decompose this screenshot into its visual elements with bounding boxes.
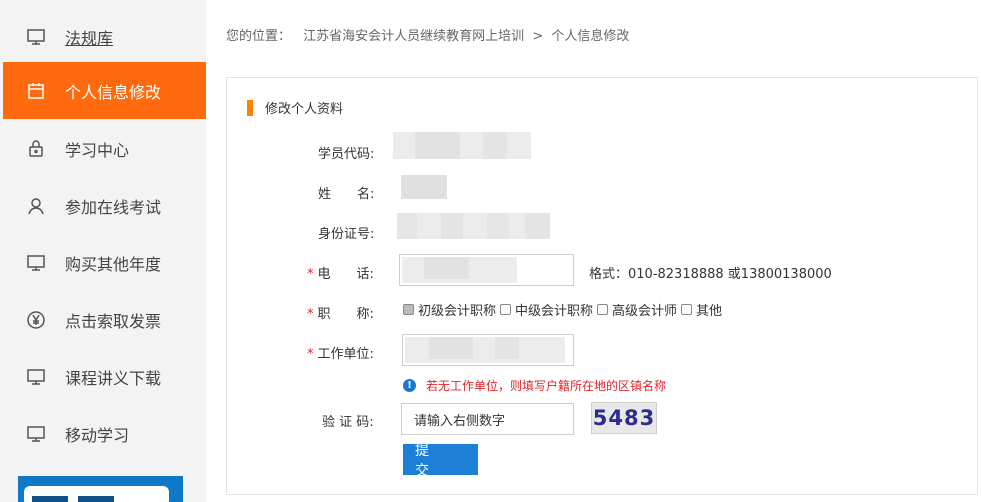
employer-hint: ! 若无工作单位，则填写户籍所在地的区镇名称 (403, 377, 666, 394)
sidebar-item-label: 法规库 (65, 28, 114, 48)
sidebar-item-learning-center[interactable]: 学习中心 (3, 120, 206, 177)
monitor-icon (25, 423, 47, 445)
student-code-value-redacted (393, 132, 531, 159)
submit-button[interactable]: 提 交 (403, 443, 478, 479)
checkbox-checked[interactable] (403, 304, 414, 315)
breadcrumb-site-link[interactable]: 江苏省海安会计人员继续教育网上培训 (303, 29, 524, 44)
monitor-icon (25, 252, 47, 274)
sidebar-nav: 法规库 个人信息修改 学习中心 参加在线考试 购买其他年度 点击索取发票 课程讲… (0, 0, 214, 502)
job-title-option-senior[interactable]: 高级会计师 (597, 300, 677, 319)
calendar-icon (25, 80, 47, 102)
checkbox[interactable] (500, 304, 512, 315)
checkbox[interactable] (681, 304, 693, 315)
monitor-icon (25, 366, 47, 388)
employer-hint-text: 若无工作单位，则填写户籍所在地的区镇名称 (426, 379, 667, 393)
required-mark: * (307, 307, 314, 322)
job-title-option-intermediate[interactable]: 中级会计职称 (500, 300, 593, 319)
checkbox[interactable] (597, 304, 609, 315)
captcha-input[interactable]: 请输入右侧数字 (401, 403, 574, 435)
form-title: 修改个人资料 (247, 98, 343, 117)
promo-banner[interactable] (18, 476, 183, 502)
phone-format-hint: 格式：010-82318888 或13800138000 (589, 267, 832, 282)
sidebar-item-label: 购买其他年度 (65, 254, 162, 274)
sidebar-item-label: 点击索取发票 (65, 311, 162, 331)
sidebar-item-buy-other-year[interactable]: 购买其他年度 (3, 234, 206, 291)
promo-banner-graphic (78, 496, 114, 502)
student-code-label: 学员代码: (318, 147, 375, 162)
sidebar-item-label: 参加在线考试 (65, 197, 162, 217)
employer-input[interactable] (402, 334, 574, 366)
employer-label: * 工作单位: (307, 347, 374, 362)
phone-label: * 电 话: (307, 267, 374, 282)
main-content: 您的位置： 江苏省海安会计人员继续教育网上培训 > 个人信息修改 修改个人资料 … (206, 0, 981, 502)
sidebar-item-invoice[interactable]: 点击索取发票 (3, 291, 206, 348)
job-title-options: 初级会计职称 中级会计职称 高级会计师 其他 (403, 300, 726, 319)
title-accent-bar (247, 99, 253, 116)
sidebar-item-label: 课程讲义下载 (65, 368, 162, 388)
sidebar-item-law-library[interactable]: 法规库 (3, 8, 206, 65)
captcha-image[interactable]: 5483 (591, 402, 657, 434)
profile-form-panel: 修改个人资料 学员代码: 姓 名: 身份证号: * 电 话: 格式：010-823… (226, 77, 978, 495)
breadcrumb: 您的位置： 江苏省海安会计人员继续教育网上培训 > 个人信息修改 (226, 25, 629, 44)
sidebar-item-label: 个人信息修改 (65, 82, 162, 102)
sidebar-item-label: 学习中心 (65, 140, 130, 160)
id-number-value-redacted (397, 213, 550, 239)
phone-input[interactable] (399, 254, 574, 286)
monitor-icon (25, 26, 47, 48)
form-title-text: 修改个人资料 (265, 102, 344, 117)
lock-icon (25, 138, 47, 160)
sidebar-item-profile-edit[interactable]: 个人信息修改 (3, 62, 214, 119)
sidebar-item-label: 移动学习 (65, 425, 130, 445)
info-icon: ! (403, 379, 416, 392)
promo-banner-card (24, 486, 169, 502)
id-number-label: 身份证号: (318, 227, 375, 242)
sidebar-item-lecture-download[interactable]: 课程讲义下载 (3, 348, 206, 405)
name-value-redacted (401, 175, 447, 199)
captcha-label: 验 证 码: (322, 415, 374, 430)
name-label: 姓 名: (318, 187, 375, 202)
required-mark: * (307, 267, 314, 282)
user-icon (25, 195, 47, 217)
sidebar-item-mobile-learning[interactable]: 移动学习 (3, 405, 206, 462)
required-mark: * (307, 347, 314, 362)
breadcrumb-prefix: 您的位置： (226, 29, 292, 44)
job-title-option-other[interactable]: 其他 (681, 300, 722, 319)
breadcrumb-separator: > (532, 29, 544, 44)
breadcrumb-current: 个人信息修改 (551, 29, 630, 44)
job-title-label: * 职 称: (307, 307, 374, 322)
sidebar-item-online-exam[interactable]: 参加在线考试 (3, 177, 206, 234)
promo-banner-graphic (32, 496, 68, 502)
job-title-option-junior[interactable]: 初级会计职称 (403, 300, 496, 319)
yen-icon (25, 309, 47, 331)
